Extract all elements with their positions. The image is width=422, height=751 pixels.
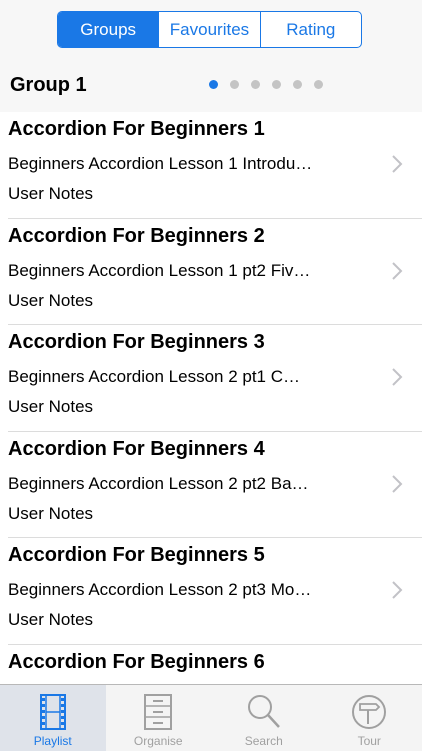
tab-bar: Playlist Organise Search Tour [0, 684, 422, 751]
item-subtitle: Beginners Accordion Lesson 2 pt3 Mo… [8, 580, 353, 600]
signpost-icon [349, 692, 389, 732]
page-dot[interactable] [251, 80, 260, 89]
cabinet-icon [138, 692, 178, 732]
chevron-right-icon [390, 580, 404, 600]
list-item[interactable]: Accordion For Beginners 4 Beginners Acco… [8, 432, 422, 539]
list-item[interactable]: Accordion For Beginners 1 Beginners Acco… [8, 112, 422, 219]
item-notes: User Notes [8, 184, 93, 204]
item-notes: User Notes [8, 397, 93, 417]
segment-groups[interactable]: Groups [58, 12, 158, 47]
segment-rating[interactable]: Rating [260, 12, 361, 47]
segmented-control: Groups Favourites Rating [57, 11, 362, 48]
chevron-right-icon [390, 154, 404, 174]
item-title: Accordion For Beginners 5 [8, 544, 265, 567]
playlist-list[interactable]: Accordion For Beginners 1 Beginners Acco… [0, 112, 422, 684]
magnifier-icon [244, 692, 284, 732]
list-item[interactable]: Accordion For Beginners 3 Beginners Acco… [8, 325, 422, 432]
tab-label: Search [245, 734, 283, 748]
item-title: Accordion For Beginners 3 [8, 331, 265, 354]
segment-favourites[interactable]: Favourites [158, 12, 259, 47]
item-subtitle: Beginners Accordion Lesson 2 pt2 Ba… [8, 474, 353, 494]
chevron-right-icon [390, 261, 404, 281]
group-title: Group 1 [10, 74, 87, 97]
page-dot[interactable] [293, 80, 302, 89]
top-bar: Groups Favourites Rating [0, 0, 422, 60]
list-item[interactable]: Accordion For Beginners 5 Beginners Acco… [8, 538, 422, 645]
tab-playlist[interactable]: Playlist [0, 685, 106, 751]
page-indicator[interactable] [209, 80, 323, 89]
item-subtitle: Beginners Accordion Lesson 1 Introdu… [8, 154, 353, 174]
tab-organise[interactable]: Organise [106, 685, 212, 751]
page-dot[interactable] [230, 80, 239, 89]
item-notes: User Notes [8, 610, 93, 630]
chevron-right-icon [390, 367, 404, 387]
tab-label: Tour [358, 734, 381, 748]
page-dot[interactable] [272, 80, 281, 89]
tab-label: Playlist [34, 734, 72, 748]
item-title: Accordion For Beginners 6 [8, 651, 265, 674]
chevron-right-icon [390, 474, 404, 494]
film-icon [33, 692, 73, 732]
item-notes: User Notes [8, 291, 93, 311]
item-title: Accordion For Beginners 1 [8, 118, 265, 141]
page-dot[interactable] [209, 80, 218, 89]
list-item[interactable]: Accordion For Beginners 6 [8, 645, 422, 685]
tab-tour[interactable]: Tour [317, 685, 422, 751]
tab-search[interactable]: Search [211, 685, 317, 751]
item-subtitle: Beginners Accordion Lesson 1 pt2 Fiv… [8, 261, 353, 281]
item-title: Accordion For Beginners 2 [8, 225, 265, 248]
item-notes: User Notes [8, 504, 93, 524]
tab-label: Organise [134, 734, 183, 748]
list-item[interactable]: Accordion For Beginners 2 Beginners Acco… [8, 219, 422, 326]
page-dot[interactable] [314, 80, 323, 89]
item-title: Accordion For Beginners 4 [8, 438, 265, 461]
item-subtitle: Beginners Accordion Lesson 2 pt1 C… [8, 367, 353, 387]
